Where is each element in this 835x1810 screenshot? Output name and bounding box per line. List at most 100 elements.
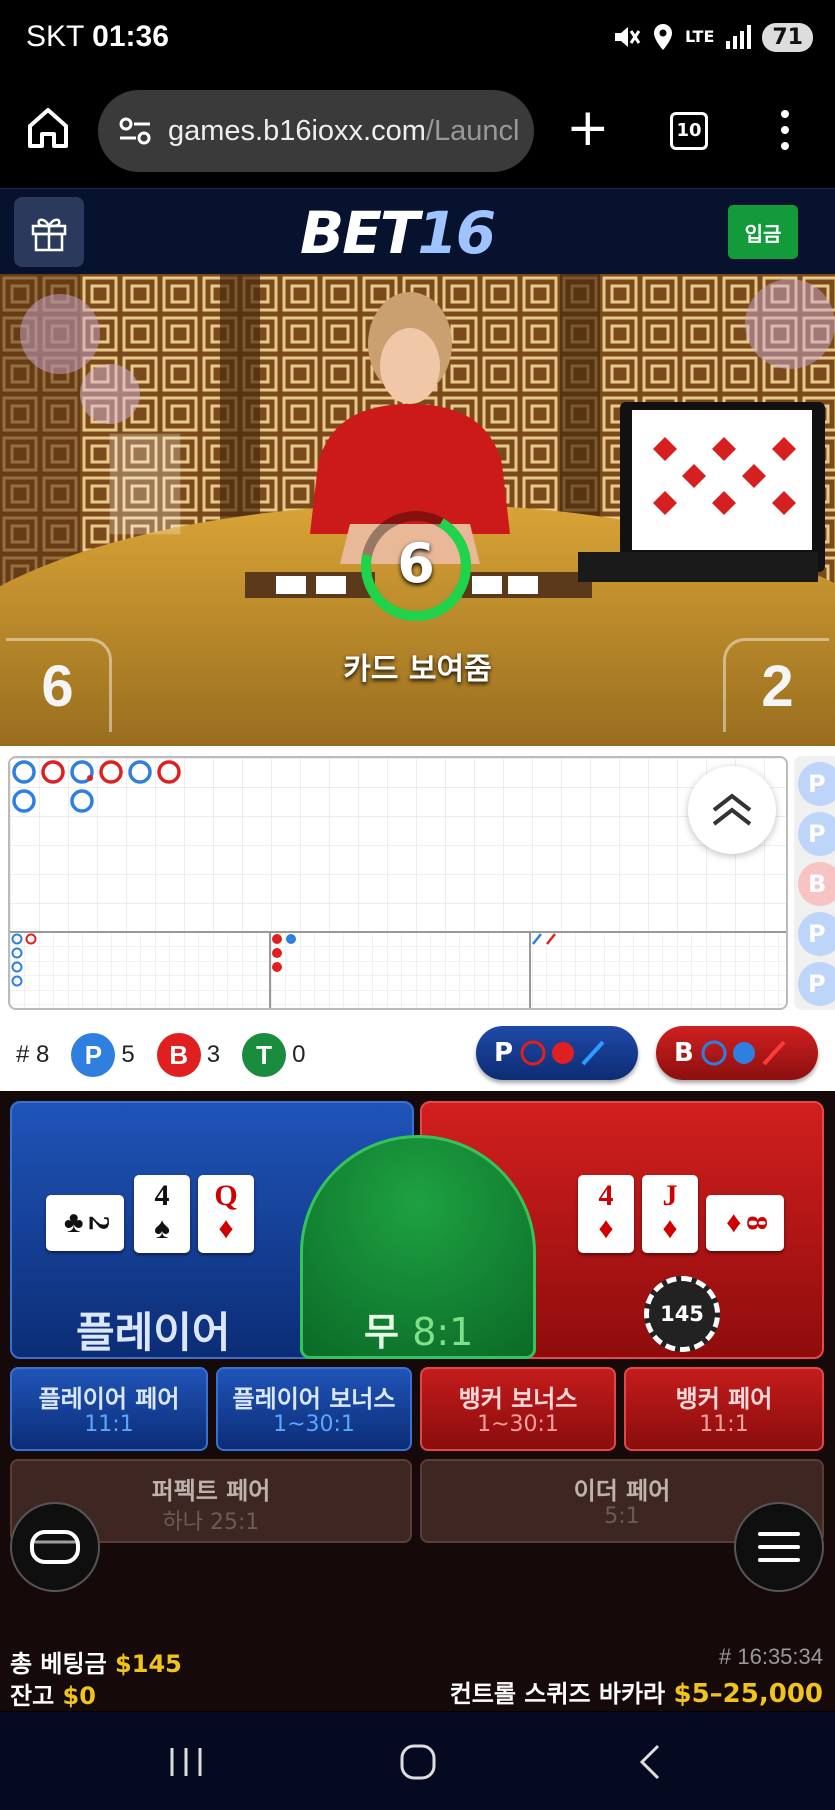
player-card-2: 4 ♠ [134,1175,190,1253]
url-domain: games.b16ioxx.com [168,114,426,147]
player-wins-stat: P5 [71,1033,135,1077]
card-suit-rank: ♣ 2 [64,1206,116,1239]
status-bar: SKT 01:36 LTE 71 [0,0,835,80]
side-bet-name: 이더 페어 [573,1477,671,1505]
roadmap-scoreboard: P P B P P B # 8 P5 B3 T0 P B [0,746,835,1091]
browser-menu-icon[interactable] [778,110,792,154]
home-nav-icon[interactable] [398,1742,438,1782]
side-pred-item: P [798,962,835,1006]
total-bet-value: $145 [115,1650,182,1678]
player-pair-bet[interactable]: 플레이어 페어 11:1 [10,1367,208,1451]
side-bet-odds: 11:1 [699,1412,749,1437]
side-bet-odds: 11:1 [84,1412,134,1437]
banker-pair-bet[interactable]: 뱅커 페어 11:1 [624,1367,824,1451]
gift-icon[interactable] [14,197,84,267]
player-wins-count: 5 [121,1041,135,1068]
banker-bonus-bet[interactable]: 뱅커 보너스 1~30:1 [420,1367,616,1451]
banker-pred-letter: B [674,1038,694,1068]
new-tab-icon[interactable]: + [566,102,610,154]
tie-count: 0 [292,1041,306,1068]
location-icon [653,24,672,50]
prediction-icons [520,1040,605,1066]
hamburger-icon [758,1532,800,1562]
side-bet-name: 뱅커 보너스 [458,1385,578,1413]
card-suit: ♦ [218,1212,234,1245]
home-icon[interactable] [26,106,70,150]
tie-odds: 8:1 [412,1310,474,1354]
tie-label: 무 8:1 [364,1301,473,1356]
side-pred-item: P [798,812,835,856]
chat-icon [30,1530,80,1564]
table-limits: $5–25,000 [673,1679,823,1709]
carrier-name: SKT [26,20,84,53]
recent-apps-icon[interactable] [166,1742,206,1782]
browser-toolbar: games.b16ioxx.com/Launcl + 10 [0,80,835,188]
battery-icon: 71 [762,22,813,52]
back-icon[interactable] [632,1742,672,1782]
side-bet-name: 플레이어 보너스 [232,1385,396,1413]
banker-badge: B [156,1033,201,1077]
card-rank: 4 [154,1179,170,1212]
table-info: 컨트롤 스퀴즈 바카라 $5–25,000 [450,1674,823,1709]
tie-stat: T0 [242,1033,305,1077]
tie-label-text: 무 [364,1310,399,1354]
site-logo[interactable]: BET16 [300,199,496,267]
total-bet-label: 총 베팅금 [10,1650,107,1678]
signal-icon [726,25,752,49]
site-header: BET16 입금 [0,188,835,274]
deposit-button[interactable]: 입금 [728,205,798,259]
banker-card-1: 4 ♦ [578,1175,634,1253]
side-bet-name: 퍼펙트 페어 [151,1477,271,1505]
countdown-number: 6 [397,532,435,595]
placed-chip[interactable]: 145 [644,1276,720,1352]
network-type: LTE [684,27,715,46]
side-bet-odds: 1~30:1 [273,1412,355,1437]
card-suit-rank: ♦ 8 [726,1206,773,1239]
player-bonus-bet[interactable]: 플레이어 보너스 1~30:1 [216,1367,412,1451]
card-rank: Q [214,1179,238,1212]
logo-text: BET [300,199,419,267]
tab-switcher-button[interactable]: 10 [670,112,708,150]
clock: 01:36 [92,20,169,53]
card-rank: J [662,1179,678,1212]
mute-icon [614,27,641,47]
address-bar[interactable]: games.b16ioxx.com/Launcl [98,90,534,172]
status-carrier: SKT 01:36 [26,20,169,54]
card-status-text: 카드 보여줌 [343,652,492,687]
banker-card-3: ♦ 8 [706,1195,784,1251]
side-pred-item: P [798,912,835,956]
player-score: 6 [6,638,112,732]
round-id: # 16:35:34 [719,1644,823,1669]
game-menu-button[interactable] [734,1502,824,1592]
system-nav-bar [0,1712,835,1810]
balance-label: 잔고 [10,1682,55,1710]
balance: 잔고 $0 [10,1676,96,1711]
site-settings-icon[interactable] [118,116,152,146]
live-video-stream: 6 카드 보여줌 6 2 [0,274,835,746]
double-chevron-up-icon [712,793,752,826]
logo-number: 16 [417,199,496,267]
card-rank: 8 [740,1215,774,1231]
player-card-1: ♣ 2 [46,1195,124,1251]
card-rank: 4 [598,1179,614,1212]
side-pred-item: B [798,862,835,906]
player-pred-letter: P [494,1038,514,1068]
url-text: games.b16ioxx.com/Launcl [168,115,519,148]
player-card-3: Q ♦ [198,1175,254,1253]
card-rank: 2 [82,1215,116,1231]
prediction-icons [701,1040,786,1066]
bead-road [10,758,786,1008]
collapse-roadmap-button[interactable] [688,766,776,854]
player-prediction-button[interactable]: P [476,1026,638,1080]
side-bet-name: 뱅커 페어 [675,1385,773,1413]
round-count: # 8 [16,1041,49,1069]
url-path: /Launcl [425,114,520,147]
banker-prediction-button[interactable]: B [656,1026,818,1080]
player-label: 플레이어 [76,1308,231,1357]
banker-card-2: J ♦ [642,1175,698,1253]
chat-button[interactable] [10,1502,100,1592]
card-suit: ♠ [154,1212,170,1245]
side-bet-odds: 1~30:1 [477,1412,559,1437]
roadmap-grid[interactable] [8,756,788,1010]
side-bet-name: 플레이어 페어 [38,1385,180,1413]
